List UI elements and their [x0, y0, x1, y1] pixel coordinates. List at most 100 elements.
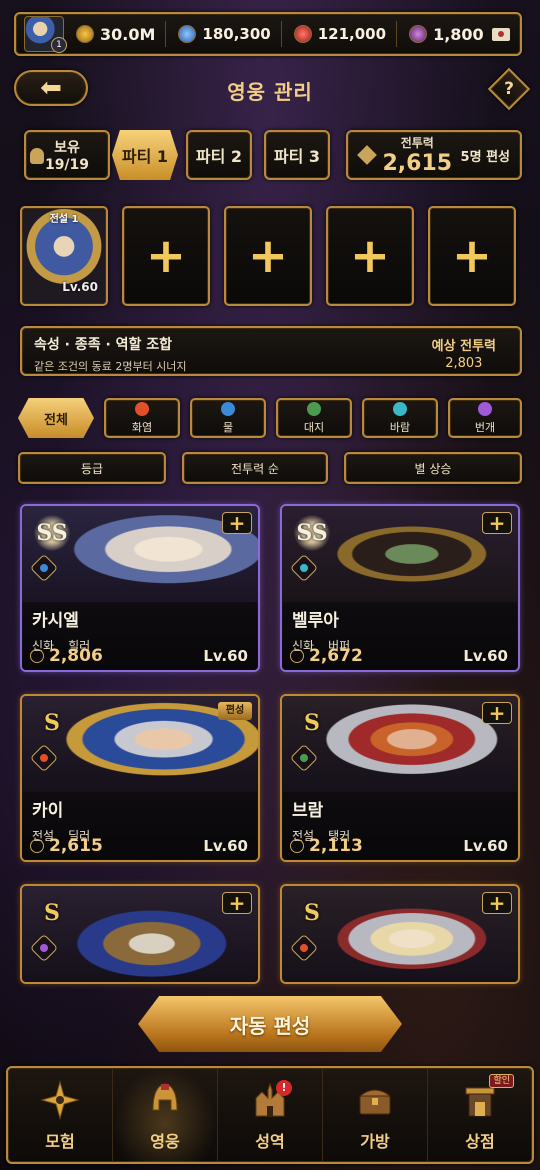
nav-label: 상점 — [465, 1132, 495, 1151]
helmet-icon — [152, 1083, 178, 1111]
power-icon — [290, 649, 304, 663]
in-party-badge: 편성 — [218, 702, 252, 720]
gold-resource[interactable]: 30.0M — [76, 25, 155, 44]
add-to-party-button[interactable]: + — [482, 512, 512, 534]
hero-level: Lv.60 — [463, 837, 508, 855]
hero-card-kasiel[interactable]: SS + 카시엘 신화 힐러 2,806 Lv.60 — [20, 504, 260, 672]
auto-formation-button[interactable]: 자동 편성 — [138, 996, 402, 1052]
sort-star-button[interactable]: 별 상승 — [344, 452, 522, 484]
purple-orb-icon — [409, 25, 428, 43]
filter-all[interactable]: 전체 — [18, 398, 94, 438]
hero-power: 2,806 — [49, 646, 103, 666]
filter-label: 바람 — [389, 420, 411, 434]
red-gem-icon — [293, 25, 312, 43]
add-hero-icon: + — [145, 228, 187, 284]
power-icon — [290, 839, 304, 853]
hero-power: 2,113 — [309, 836, 363, 856]
filter-earth[interactable]: 대지 — [276, 398, 352, 438]
blue-gem-icon — [178, 25, 197, 43]
add-to-party-button[interactable]: + — [222, 512, 252, 534]
divider — [396, 21, 398, 47]
party-slot-3[interactable]: + — [224, 206, 312, 306]
formation-count: 5명 편성 — [460, 149, 510, 165]
nav-heroes[interactable]: 영웅 — [113, 1068, 218, 1162]
nav-bag[interactable]: 가방 — [323, 1068, 428, 1162]
filter-label: 물 — [222, 420, 234, 434]
add-hero-icon: + — [349, 228, 391, 284]
hero-level: Lv.60 — [203, 837, 248, 855]
hero-name: 카시엘 — [32, 611, 79, 631]
gem-amount: 180,300 — [202, 25, 271, 43]
divider — [280, 21, 282, 47]
grade-badge: S — [44, 710, 60, 736]
nav-label: 영웅 — [150, 1132, 180, 1151]
hero-card-kai[interactable]: S 편성 카이 전설 딜러 2,615 Lv.60 — [20, 694, 260, 862]
ruby-resource[interactable]: 121,000 — [293, 25, 387, 43]
slot-hero-grade: 전설 1 — [49, 214, 79, 225]
sort-grade-button[interactable]: 등급 — [18, 452, 166, 484]
crossed-swords-icon — [357, 145, 377, 165]
grade-badge: S — [44, 900, 60, 926]
hero-card-belua[interactable]: SS + 벨루아 신화 버퍼 2,672 Lv.60 — [280, 504, 520, 672]
filter-lightning[interactable]: 번개 — [448, 398, 522, 438]
resource-bar: 1 30.0M 180,300 121,000 1,800 — [14, 12, 522, 56]
tab-party-3[interactable]: 파티 3 — [264, 130, 330, 180]
grade-badge: S — [304, 900, 320, 926]
soul-resource[interactable]: 1,800 — [409, 25, 484, 44]
player-avatar[interactable]: 1 — [24, 16, 67, 53]
hero-power: 2,615 — [49, 836, 103, 856]
synergy-panel[interactable]: 속성 · 종족 · 역할 조합 같은 조건의 동료 2명부터 시너지 예상 전투… — [20, 326, 522, 376]
add-to-party-button[interactable]: + — [482, 702, 512, 724]
hero-card[interactable]: S + — [20, 884, 260, 984]
page-title: 영웅 관리 — [227, 80, 313, 104]
alert-badge: ! — [276, 1080, 292, 1096]
nav-shop[interactable]: 할인 상점 — [428, 1068, 532, 1162]
grade-badge: SS — [290, 512, 334, 554]
party-slot-5[interactable]: + — [428, 206, 516, 306]
add-hero-icon: + — [247, 228, 289, 284]
nav-label: 모험 — [45, 1132, 75, 1151]
nav-label: 성역 — [255, 1132, 285, 1151]
power-label: 전투력 — [400, 136, 434, 150]
chest-icon — [358, 1089, 392, 1115]
add-hero-icon: + — [451, 228, 493, 284]
fire-icon — [135, 401, 149, 416]
add-to-party-button[interactable]: + — [222, 892, 252, 914]
hero-name: 카이 — [32, 801, 64, 821]
party-slot-1[interactable]: 전설 1 Lv.60 — [20, 206, 108, 306]
tab-party-1[interactable]: 파티 1 — [112, 130, 178, 180]
power-icon — [30, 649, 44, 663]
gold-coin-icon — [76, 25, 94, 43]
grade-badge: SS — [30, 512, 74, 554]
filter-fire[interactable]: 화염 — [104, 398, 180, 438]
power-value: 2,615 — [382, 151, 453, 176]
grade-badge: S — [304, 710, 320, 736]
add-to-party-button[interactable]: + — [482, 892, 512, 914]
party-power-box: 전투력 2,615 5명 편성 — [346, 130, 522, 180]
tab-party-2[interactable]: 파티 2 — [186, 130, 252, 180]
ruby-amount: 121,000 — [317, 25, 387, 43]
hero-card[interactable]: S + — [280, 884, 520, 984]
gold-amount: 30.0M — [100, 24, 156, 44]
compass-icon — [40, 1080, 80, 1120]
player-level-badge: 1 — [51, 37, 67, 53]
party-slot-2[interactable]: + — [122, 206, 210, 306]
party-slot-4[interactable]: + — [326, 206, 414, 306]
nav-adventure[interactable]: 모험 — [8, 1068, 113, 1162]
mail-icon[interactable] — [492, 27, 510, 41]
divider — [165, 21, 167, 47]
nav-label: 가방 — [360, 1132, 390, 1151]
gem-resource[interactable]: 180,300 — [178, 25, 271, 43]
hero-name: 벨루아 — [292, 611, 339, 631]
sort-power-button[interactable]: 전투력 순 — [182, 452, 328, 484]
nav-sanctuary[interactable]: ! 성역 — [218, 1068, 323, 1162]
filter-wind[interactable]: 바람 — [362, 398, 438, 438]
filter-label: 번개 — [474, 420, 496, 434]
lightning-icon — [478, 401, 492, 416]
filter-water[interactable]: 물 — [190, 398, 266, 438]
hero-level: Lv.60 — [203, 647, 248, 665]
hero-card-bram[interactable]: S + 브람 전설 탱커 2,113 Lv.60 — [280, 694, 520, 862]
expected-power-label: 예상 전투력 — [431, 339, 496, 354]
sale-tag: 할인 — [489, 1074, 514, 1088]
owned-count: 19/19 — [44, 157, 90, 173]
